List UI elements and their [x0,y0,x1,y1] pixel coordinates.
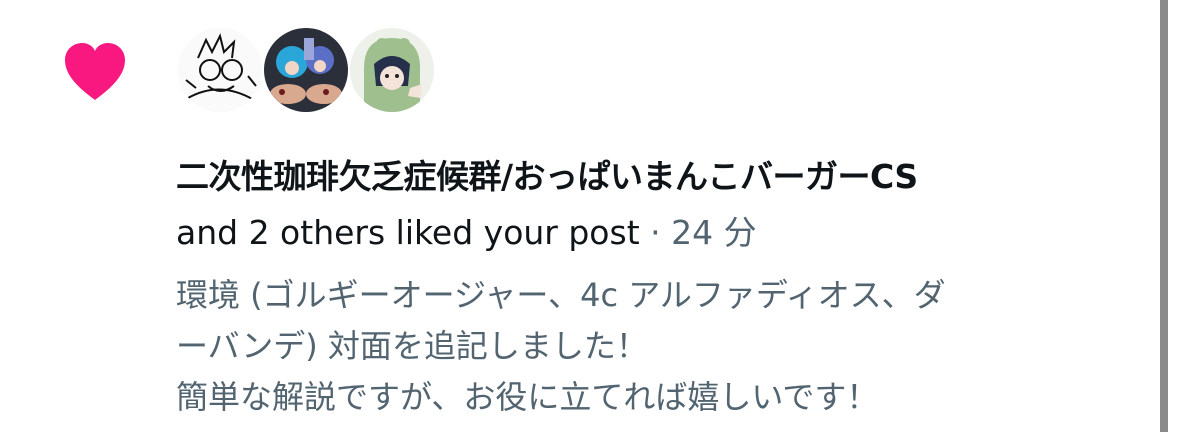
timestamp: 24 分 [671,213,757,252]
post-excerpt[interactable]: 環境 (ゴルギーオージャー、4c アルファディオス、ダ ーバンデ) 対面を追記し… [176,270,1076,423]
like-notification[interactable]: 二次性珈琲欠乏症候群/おっぱいまんこバーガーCS and 2 others li… [0,0,1178,432]
avatar[interactable] [178,28,262,112]
liker-avatars [178,28,436,112]
heart-icon [65,43,125,100]
like-summary: and 2 others liked your post · 24 分 [176,206,757,254]
action-text: and 2 others liked your post [176,213,640,252]
excerpt-line: 環境 (ゴルギーオージャー、4c アルファディオス、ダ [176,276,946,314]
excerpt-line: ーバンデ) 対面を追記しました！ [176,327,648,365]
avatar[interactable] [264,28,348,112]
scrollbar[interactable] [1160,0,1168,432]
separator: · [650,213,661,252]
liker-name[interactable]: 二次性珈琲欠乏症候群/おっぱいまんこバーガーCS [176,150,918,198]
avatar[interactable] [350,28,434,112]
excerpt-line: 簡単な解説ですが、お役に立てれば嬉しいです！ [176,378,879,416]
